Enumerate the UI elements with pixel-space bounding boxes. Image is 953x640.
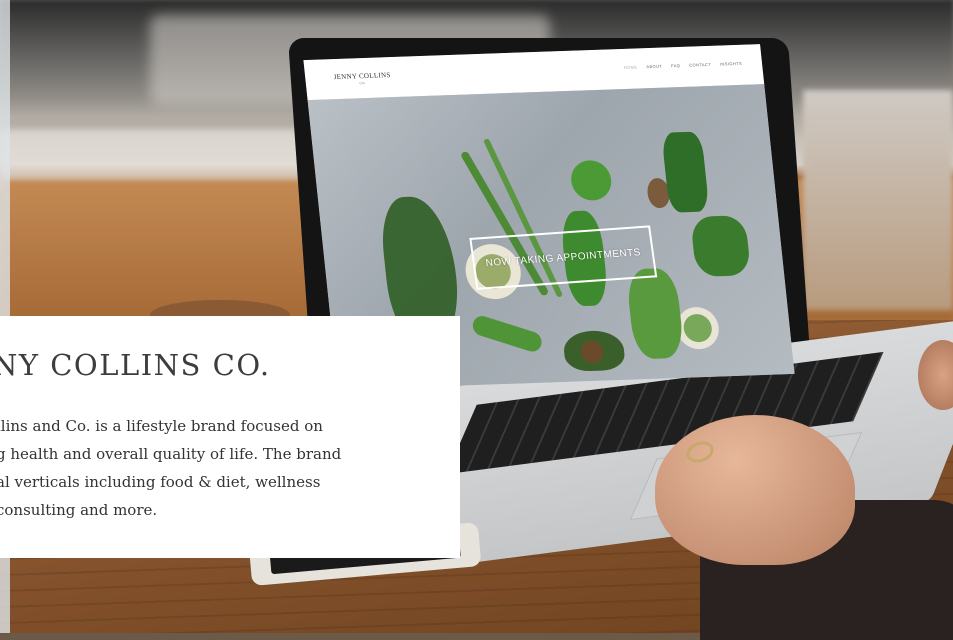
- blurred-wall: [803, 90, 953, 310]
- left-hand: [655, 415, 855, 565]
- nav-link-faq[interactable]: FAQ: [671, 63, 681, 68]
- appointments-cta-button[interactable]: NOW TAKING APPOINTMENTS: [469, 225, 658, 290]
- nav-link-home[interactable]: HOME: [624, 64, 638, 69]
- nav-link-insights[interactable]: INSIGHTS: [720, 61, 743, 67]
- nav-link-contact[interactable]: CONTACT: [689, 62, 711, 68]
- card-line: g health and overall quality of life. Th…: [0, 445, 342, 463]
- info-card: NY COLLINS CO. llins and Co. is a lifest…: [0, 316, 460, 558]
- green-pepper-top: [569, 159, 614, 202]
- card-title: NY COLLINS CO.: [0, 348, 271, 382]
- lettuce: [625, 267, 685, 360]
- card-description: llins and Co. is a lifestyle brand focus…: [0, 412, 456, 524]
- herbs: [690, 215, 752, 278]
- nav-link-about[interactable]: ABOUT: [646, 64, 662, 70]
- card-line: consulting and more.: [0, 501, 158, 519]
- card-line: llins and Co. is a lifestyle brand focus…: [0, 417, 323, 435]
- cta-text: NOW TAKING APPOINTMENTS: [484, 246, 642, 269]
- card-line: al verticals including food & diet, well…: [0, 473, 321, 491]
- pea-pods: [470, 313, 544, 355]
- website-logo[interactable]: JENNY COLLINS CO.: [327, 71, 398, 86]
- website-nav: HOME ABOUT FAQ CONTACT INSIGHTS: [624, 61, 743, 70]
